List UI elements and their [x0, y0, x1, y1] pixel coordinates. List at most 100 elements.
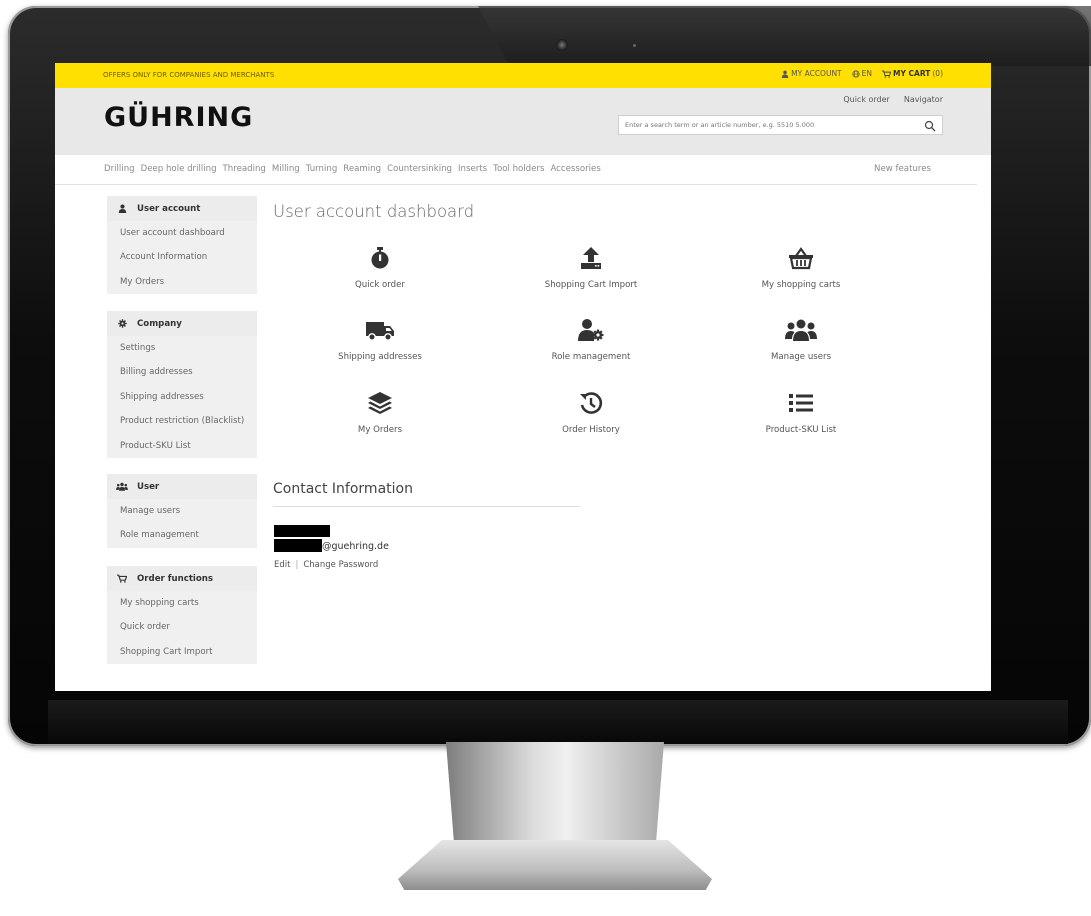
sidebar-item-billing-addresses[interactable]: Billing addresses [107, 360, 257, 385]
gear-icon [117, 319, 127, 328]
cart-count: (0) [932, 69, 943, 78]
sidebar-group-header: Company [107, 311, 257, 336]
change-password-link[interactable]: Change Password [303, 560, 378, 570]
contact-actions: Edit | Change Password [274, 560, 378, 570]
new-features-link[interactable]: New features [874, 164, 931, 174]
top-bar-links: MY ACCOUNT EN MY CART (0) [781, 69, 943, 78]
nav-item-accessories[interactable]: Accessories [550, 164, 600, 174]
sidebar-item-my-orders[interactable]: My Orders [107, 269, 257, 295]
contact-information-heading: Contact Information [273, 481, 413, 497]
divider [273, 506, 580, 507]
nav-item-reaming[interactable]: Reaming [343, 164, 381, 174]
my-cart-label: MY CART [893, 69, 931, 78]
users-icon [785, 319, 817, 341]
edit-link[interactable]: Edit [274, 560, 290, 570]
truck-icon [366, 322, 394, 341]
guehring-logo[interactable]: GÜHRING [104, 102, 253, 133]
tile-label: Role management [551, 352, 631, 362]
offers-notice: OFFERS ONLY FOR COMPANIES AND MERCHANTS [103, 71, 275, 79]
tile-label: Quick order [355, 280, 405, 290]
tile-order-history[interactable]: Order History [501, 391, 681, 435]
my-cart-link[interactable]: MY CART (0) [882, 69, 943, 78]
sidebar-group-title: Order functions [137, 573, 214, 584]
category-nav-items: Drilling Deep hole drilling Threading Mi… [104, 164, 601, 174]
sidebar-item-settings[interactable]: Settings [107, 336, 257, 361]
nav-item-deep-hole-drilling[interactable]: Deep hole drilling [141, 164, 217, 174]
tile-label: Order History [562, 425, 620, 435]
tile-label: Shipping addresses [338, 352, 422, 362]
nav-item-turning[interactable]: Turning [306, 164, 338, 174]
stopwatch-icon [371, 247, 389, 269]
tile-my-orders[interactable]: My Orders [290, 391, 470, 435]
upload-icon [581, 247, 601, 269]
basket-icon [789, 247, 813, 270]
nav-item-threading[interactable]: Threading [223, 164, 266, 174]
my-account-link[interactable]: MY ACCOUNT [781, 69, 842, 78]
cart-icon [117, 574, 127, 583]
nav-item-drilling[interactable]: Drilling [104, 164, 135, 174]
sidebar-group-company: Company Settings Billing addresses Shipp… [107, 311, 257, 458]
nav-item-milling[interactable]: Milling [272, 164, 300, 174]
sensor-dot [633, 44, 636, 47]
sidebar-group-header: Order functions [107, 566, 257, 591]
monitor-stand-neck [446, 742, 664, 852]
nav-item-inserts[interactable]: Inserts [458, 164, 487, 174]
contact-email: @guehring.de [322, 541, 389, 552]
sidebar-item-quick-order[interactable]: Quick order [107, 615, 257, 640]
language-label: EN [861, 69, 872, 78]
category-nav: Drilling Deep hole drilling Threading Mi… [55, 155, 977, 185]
sidebar-item-shopping-cart-import[interactable]: Shopping Cart Import [107, 639, 257, 665]
monitor-stand-foot [398, 840, 712, 890]
sidebar-item-my-shopping-carts[interactable]: My shopping carts [107, 591, 257, 616]
tile-label: My Orders [357, 425, 403, 435]
tile-shopping-cart-import[interactable]: Shopping Cart Import [501, 246, 681, 290]
users-icon [116, 482, 128, 491]
tile-manage-users[interactable]: Manage users [711, 318, 891, 362]
sidebar-item-manage-users[interactable]: Manage users [107, 499, 257, 524]
sidebar-group-header: User account [107, 196, 257, 221]
tile-shipping-addresses[interactable]: Shipping addresses [290, 318, 470, 362]
user-icon [118, 204, 126, 213]
user-icon [781, 70, 789, 78]
sidebar-group-user: User Manage users Role management [107, 474, 257, 548]
tile-label: Shopping Cart Import [544, 280, 638, 290]
sidebar-group-title: Company [137, 318, 182, 329]
page-title: User account dashboard [273, 202, 475, 221]
list-icon [789, 394, 813, 412]
globe-icon [852, 69, 860, 78]
sidebar-item-user-account-dashboard[interactable]: User account dashboard [107, 221, 257, 246]
nav-item-countersinking[interactable]: Countersinking [387, 164, 452, 174]
cart-icon [882, 70, 891, 78]
search-box [618, 115, 943, 135]
sidebar-group-order-functions: Order functions My shopping carts Quick … [107, 566, 257, 665]
sidebar-item-shipping-addresses[interactable]: Shipping addresses [107, 384, 257, 410]
sidebar-item-product-restriction[interactable]: Product restriction (Blacklist) [107, 409, 257, 434]
bezel-glare [478, 6, 1091, 66]
site-header: GÜHRING Quick order Navigator [55, 88, 991, 155]
sidebar-item-product-sku-list[interactable]: Product-SKU List [107, 433, 257, 458]
tile-quick-order[interactable]: Quick order [290, 246, 470, 290]
tile-role-management[interactable]: Role management [501, 318, 681, 362]
sidebar-group-user-account: User account User account dashboard Acco… [107, 196, 257, 295]
sidebar-group-header: User [107, 474, 257, 499]
tile-label: Product-SKU List [765, 425, 837, 435]
nav-item-tool-holders[interactable]: Tool holders [493, 164, 544, 174]
language-selector[interactable]: EN [852, 69, 872, 78]
tile-label: My shopping carts [761, 280, 841, 290]
user-gear-icon [578, 319, 604, 341]
tile-my-shopping-carts[interactable]: My shopping carts [711, 246, 891, 290]
my-account-label: MY ACCOUNT [791, 69, 842, 78]
redacted-email-user [274, 539, 322, 552]
camera-icon [556, 39, 568, 51]
sidebar-group-title: User [137, 481, 160, 492]
search-icon[interactable] [924, 120, 936, 132]
tile-product-sku-list[interactable]: Product-SKU List [711, 391, 891, 435]
sidebar-item-account-information[interactable]: Account Information [107, 245, 257, 270]
sidebar-group-title: User account [137, 203, 201, 214]
history-icon [580, 392, 603, 414]
search-input[interactable] [625, 121, 905, 129]
navigator-link[interactable]: Navigator [904, 95, 943, 104]
tile-label: Manage users [770, 352, 832, 362]
quick-order-link[interactable]: Quick order [843, 95, 890, 104]
sidebar-item-role-management[interactable]: Role management [107, 523, 257, 548]
